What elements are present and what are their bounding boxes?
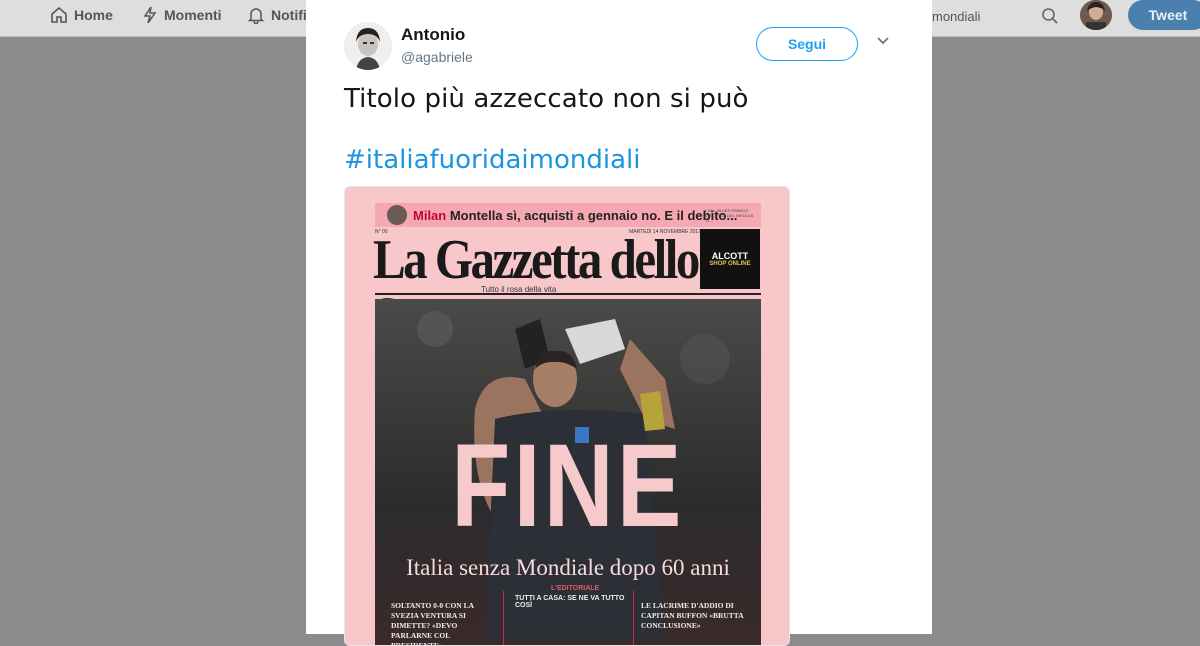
user-avatar[interactable]: [1080, 0, 1112, 30]
top-strip-text: Milan Montella sì, acquisti a gennaio no…: [413, 208, 737, 223]
newspaper-top-strip: Milan Montella sì, acquisti a gennaio no…: [375, 203, 761, 227]
portrait-thumbnail: [387, 205, 407, 225]
ad-subtitle: SHOP ONLINE: [709, 261, 751, 267]
top-strip-keyword: Milan: [413, 207, 447, 223]
editorial-label: L'EDITORIALE: [551, 585, 600, 592]
ad-box: ALCOTT SHOP ONLINE: [700, 229, 760, 289]
front-page-columns: L'EDITORIALE SOLTANTO 0-0 CON LA SVEZIA …: [375, 585, 761, 646]
tweet-text: Titolo più azzeccato non si può: [344, 84, 749, 114]
cover-photo: FINE Italia senza Mondiale dopo 60 anni …: [375, 299, 761, 646]
nav-moments[interactable]: Momenti: [142, 0, 222, 30]
masthead-rule: [375, 293, 761, 295]
top-strip-headline: Montella sì, acquisti a gennaio no. E il…: [446, 207, 738, 223]
nav-notifications[interactable]: Notifi: [247, 0, 307, 30]
tweet-button[interactable]: Tweet: [1128, 0, 1200, 30]
nav-notifications-label: Notifi: [271, 7, 307, 23]
tweet-media-image[interactable]: Milan Montella sì, acquisti a gennaio no…: [344, 186, 790, 646]
nav-moments-label: Momenti: [164, 7, 222, 23]
author-avatar[interactable]: [344, 22, 392, 70]
front-page-headline: FINE: [451, 420, 685, 552]
lightning-icon: [143, 6, 157, 24]
front-page-subheadline: Italia senza Mondiale dopo 60 anni: [406, 555, 730, 580]
top-strip-small: L'ALL. BLUES FRANCO VIA... RETA DEL NIKO…: [705, 208, 754, 223]
hashtag-link[interactable]: #italiafuoridaimondiali: [344, 145, 640, 175]
column-divider: [503, 591, 504, 645]
center-column-head: TUTTI A CASA: SE NE VA TUTTO COSÌ: [515, 595, 625, 609]
search-value: mondiali: [932, 8, 981, 24]
nav-home[interactable]: Home: [50, 0, 113, 30]
author-name[interactable]: Antonio: [401, 25, 465, 45]
search-icon[interactable]: [1041, 7, 1059, 25]
left-column-text: SOLTANTO 0-0 CON LA SVEZIA VENTURA SI DI…: [391, 601, 474, 646]
chevron-down-icon[interactable]: [876, 36, 890, 46]
ad-title: ALCOTT: [711, 251, 749, 261]
tweet-card: Antonio @agabriele Segui Titolo più azze…: [306, 0, 932, 646]
search-input[interactable]: mondiali: [915, 3, 1065, 29]
home-icon: [51, 6, 67, 23]
author-handle[interactable]: @agabriele: [401, 49, 473, 65]
nav-home-label: Home: [74, 7, 113, 23]
bell-icon: [247, 8, 265, 24]
follow-button[interactable]: Segui: [756, 27, 858, 61]
column-divider: [633, 591, 634, 645]
right-column-text: LE LACRIME D'ADDIO DI CAPITAN BUFFON «BR…: [641, 601, 744, 630]
